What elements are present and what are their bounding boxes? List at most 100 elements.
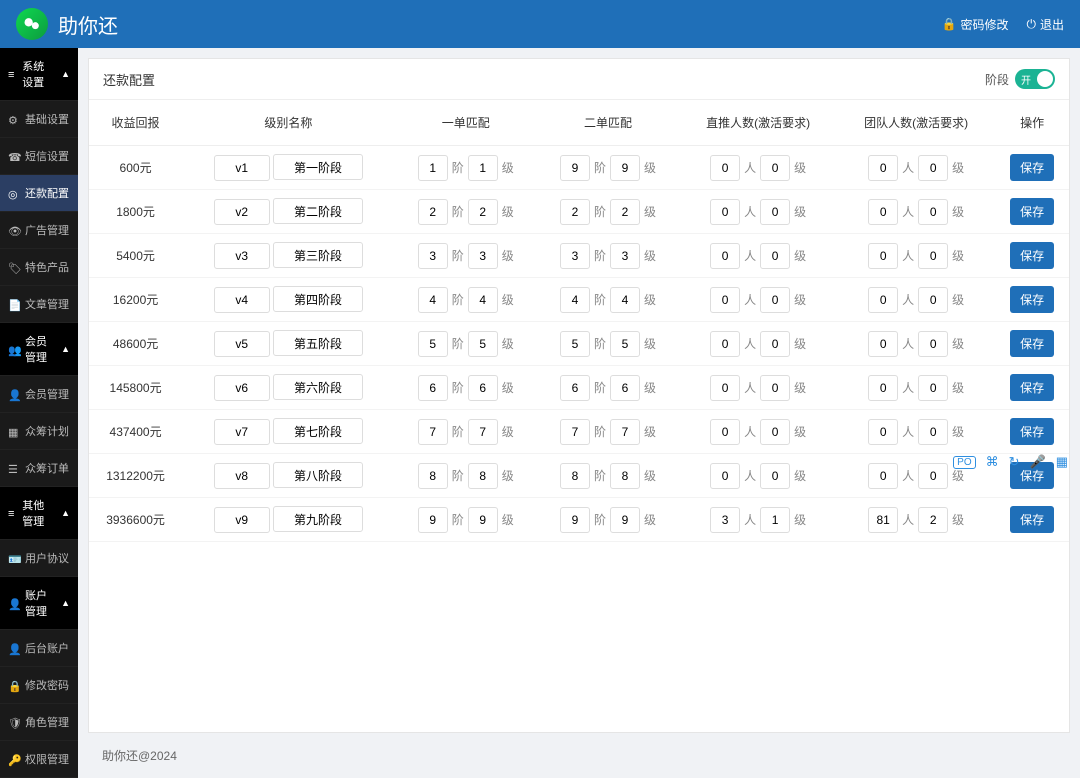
save-button[interactable]: 保存 (1010, 242, 1054, 269)
direct-a-input[interactable] (710, 507, 740, 533)
team-b-input[interactable] (918, 375, 948, 401)
team-b-input[interactable] (918, 331, 948, 357)
level-code-input[interactable] (214, 375, 270, 401)
change-password-link[interactable]: 🔒 密码修改 (942, 16, 1009, 33)
sidebar-item-2[interactable]: ☎短信设置 (0, 138, 78, 175)
level-code-input[interactable] (214, 507, 270, 533)
sidebar-item-1[interactable]: ⚙基础设置 (0, 101, 78, 138)
team-a-input[interactable] (868, 155, 898, 181)
match2-a-input[interactable] (560, 243, 590, 269)
match1-b-input[interactable] (468, 155, 498, 181)
match1-b-input[interactable] (468, 375, 498, 401)
match2-b-input[interactable] (610, 287, 640, 313)
direct-a-input[interactable] (710, 287, 740, 313)
team-b-input[interactable] (918, 155, 948, 181)
match1-a-input[interactable] (418, 287, 448, 313)
match1-b-input[interactable] (468, 243, 498, 269)
level-code-input[interactable] (214, 419, 270, 445)
sidebar-item-12[interactable]: 🪪用户协议 (0, 540, 78, 577)
level-name-input[interactable] (273, 242, 363, 268)
sidebar-item-0[interactable]: ≡系统设置▲ (0, 48, 78, 101)
match1-b-input[interactable] (468, 507, 498, 533)
sidebar-item-11[interactable]: ≡其他管理▲ (0, 487, 78, 540)
match1-a-input[interactable] (418, 507, 448, 533)
direct-b-input[interactable] (760, 199, 790, 225)
match1-a-input[interactable] (418, 155, 448, 181)
match2-a-input[interactable] (560, 155, 590, 181)
direct-b-input[interactable] (760, 419, 790, 445)
tool-badge-icon[interactable]: PO (953, 456, 975, 469)
direct-b-input[interactable] (760, 155, 790, 181)
sidebar-item-17[interactable]: 🔑权限管理 (0, 741, 78, 778)
match2-b-input[interactable] (610, 507, 640, 533)
direct-a-input[interactable] (710, 155, 740, 181)
team-a-input[interactable] (868, 199, 898, 225)
direct-a-input[interactable] (710, 243, 740, 269)
match2-b-input[interactable] (610, 243, 640, 269)
match1-a-input[interactable] (418, 463, 448, 489)
save-button[interactable]: 保存 (1010, 374, 1054, 401)
team-b-input[interactable] (918, 243, 948, 269)
level-code-input[interactable] (214, 331, 270, 357)
match2-a-input[interactable] (560, 507, 590, 533)
level-name-input[interactable] (273, 198, 363, 224)
match2-b-input[interactable] (610, 331, 640, 357)
match1-a-input[interactable] (418, 199, 448, 225)
sidebar-item-7[interactable]: 👥会员管理▲ (0, 323, 78, 376)
level-name-input[interactable] (273, 506, 363, 532)
match1-a-input[interactable] (418, 331, 448, 357)
match1-a-input[interactable] (418, 419, 448, 445)
match1-b-input[interactable] (468, 419, 498, 445)
team-a-input[interactable] (868, 243, 898, 269)
level-name-input[interactable] (273, 154, 363, 180)
match1-a-input[interactable] (418, 243, 448, 269)
team-a-input[interactable] (868, 507, 898, 533)
direct-a-input[interactable] (710, 419, 740, 445)
match1-b-input[interactable] (468, 331, 498, 357)
match2-b-input[interactable] (610, 375, 640, 401)
tool-code-icon[interactable]: ⌘ (986, 454, 999, 470)
level-name-input[interactable] (273, 462, 363, 488)
save-button[interactable]: 保存 (1010, 154, 1054, 181)
tool-refresh-icon[interactable]: ↻ (1009, 454, 1020, 470)
level-name-input[interactable] (273, 286, 363, 312)
sidebar-item-13[interactable]: 👤账户管理▲ (0, 577, 78, 630)
sidebar-item-6[interactable]: 📄文章管理 (0, 286, 78, 323)
match1-b-input[interactable] (468, 199, 498, 225)
level-code-input[interactable] (214, 155, 270, 181)
team-b-input[interactable] (918, 419, 948, 445)
direct-a-input[interactable] (710, 331, 740, 357)
level-code-input[interactable] (214, 463, 270, 489)
sidebar-item-5[interactable]: 🏷特色产品 (0, 249, 78, 286)
level-name-input[interactable] (273, 330, 363, 356)
direct-b-input[interactable] (760, 507, 790, 533)
save-button[interactable]: 保存 (1010, 418, 1054, 445)
match2-a-input[interactable] (560, 199, 590, 225)
match2-b-input[interactable] (610, 199, 640, 225)
sidebar-item-15[interactable]: 🔒修改密码 (0, 667, 78, 704)
team-a-input[interactable] (868, 287, 898, 313)
match1-a-input[interactable] (418, 375, 448, 401)
direct-b-input[interactable] (760, 375, 790, 401)
level-code-input[interactable] (214, 199, 270, 225)
level-name-input[interactable] (273, 418, 363, 444)
direct-b-input[interactable] (760, 463, 790, 489)
direct-a-input[interactable] (710, 463, 740, 489)
logout-link[interactable]: ⏻ 退出 (1026, 16, 1064, 33)
team-a-input[interactable] (868, 419, 898, 445)
sidebar-item-16[interactable]: 🛡角色管理 (0, 704, 78, 741)
sidebar-item-4[interactable]: 👁广告管理 (0, 212, 78, 249)
direct-b-input[interactable] (760, 243, 790, 269)
sidebar-item-8[interactable]: 👤会员管理 (0, 376, 78, 413)
match2-b-input[interactable] (610, 155, 640, 181)
direct-b-input[interactable] (760, 287, 790, 313)
save-button[interactable]: 保存 (1010, 330, 1054, 357)
save-button[interactable]: 保存 (1010, 198, 1054, 225)
sidebar-item-3[interactable]: ◎还款配置 (0, 175, 78, 212)
match2-b-input[interactable] (610, 419, 640, 445)
match2-a-input[interactable] (560, 463, 590, 489)
team-a-input[interactable] (868, 331, 898, 357)
sidebar-item-14[interactable]: 👤后台账户 (0, 630, 78, 667)
match2-a-input[interactable] (560, 331, 590, 357)
sidebar-item-10[interactable]: ☰众筹订单 (0, 450, 78, 487)
